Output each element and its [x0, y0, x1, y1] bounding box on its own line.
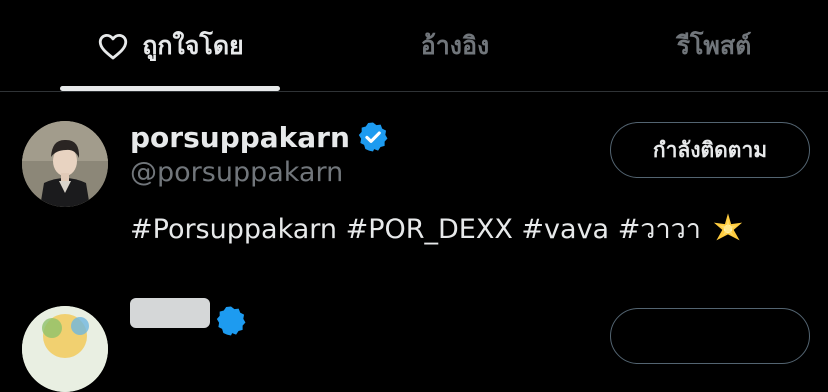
verified-badge-icon — [216, 306, 246, 336]
tab-reposts[interactable]: รีโพสต์ — [600, 0, 828, 92]
user-bio: #Porsuppakarn #POR_DEXX #vava #วาวา — [130, 207, 745, 250]
heart-icon — [99, 33, 128, 60]
tab-liked-by[interactable]: ถูกใจโดย — [40, 0, 300, 92]
tab-bar: ถูกใจโดย อ้างอิง รีโพสต์ — [0, 0, 828, 92]
tab-quotes[interactable]: อ้างอิง — [330, 0, 580, 92]
tab-reposts-label: รีโพสต์ — [676, 31, 752, 60]
user-list-item[interactable]: porsuppakarn @porsuppakarn #Porsuppakarn… — [0, 93, 828, 263]
user-name-line: porsuppakarn — [130, 117, 390, 157]
following-button[interactable]: กำลังติดตาม — [610, 122, 810, 178]
following-button[interactable] — [610, 308, 810, 364]
active-tab-indicator — [60, 86, 280, 91]
display-name[interactable] — [130, 298, 210, 328]
sparkle-star-icon — [713, 212, 743, 240]
user-list-item[interactable] — [0, 290, 828, 392]
tab-liked-by-label: ถูกใจโดย — [142, 31, 244, 60]
bio-text: #Porsuppakarn #POR_DEXX #vava #วาวา — [130, 214, 701, 245]
user-handle: @porsuppakarn — [130, 157, 344, 188]
display-name[interactable]: porsuppakarn — [130, 121, 350, 154]
tab-quotes-label: อ้างอิง — [420, 31, 490, 60]
verified-badge-icon — [358, 122, 388, 152]
avatar[interactable] — [22, 121, 108, 207]
